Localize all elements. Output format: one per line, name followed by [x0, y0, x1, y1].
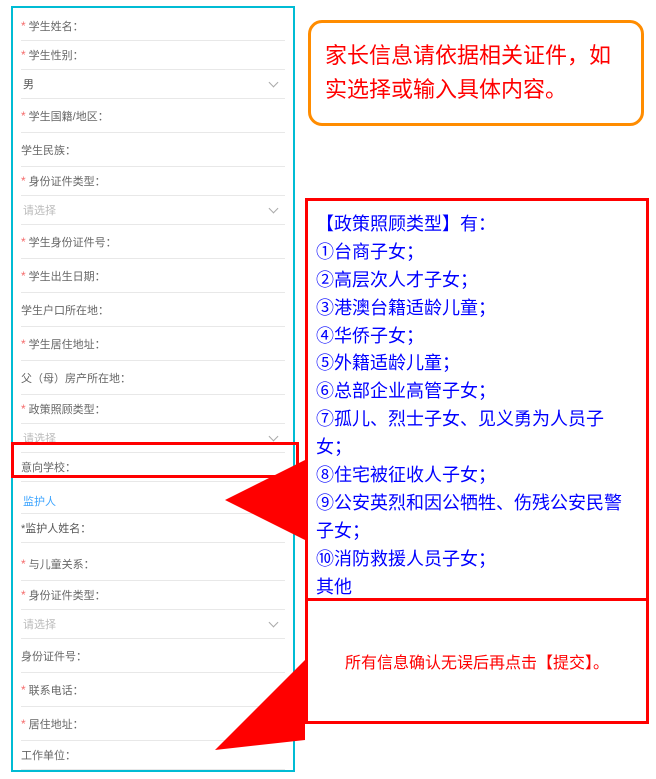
label-policy: 政策照顾类型： — [29, 401, 106, 417]
label-guardian-name: *监护人姓名： — [21, 520, 91, 536]
placeholder-policy: 请选择 — [21, 430, 56, 446]
field-hukou[interactable]: 学生户口所在地： — [21, 293, 285, 327]
field-nationality[interactable]: *学生国籍/地区： — [21, 99, 285, 133]
placeholder-id-type: 请选择 — [21, 202, 56, 218]
form-container: *学生姓名： *学生性别： 男 *学生国籍/地区： 学生民族： *身份证件类型：… — [13, 8, 293, 772]
label-g-address: 居住地址： — [29, 716, 84, 732]
label-student-name: 学生姓名： — [29, 18, 84, 34]
policy-heading: 【政策照顾类型】有： — [316, 211, 638, 239]
section-guardian-title: 监护人 — [21, 488, 285, 514]
policy-item: ⑤外籍适龄儿童； — [316, 350, 638, 378]
policy-item: ⑩消防救援人员子女； — [316, 546, 638, 574]
label-relation: 与儿童关系： — [29, 556, 95, 572]
policy-item: ⑧住宅被征收人子女； — [316, 462, 638, 490]
label-student-gender: 学生性别： — [29, 47, 84, 63]
field-ethnicity[interactable]: 学生民族： — [21, 133, 285, 167]
callout-policy-list: 【政策照顾类型】有： ①台商子女； ②高层次人才子女； ③港澳台籍适龄儿童； ④… — [305, 198, 649, 614]
policy-item: ⑥总部企业高管子女； — [316, 378, 638, 406]
label-id-number: 学生身份证件号： — [29, 234, 117, 250]
field-address[interactable]: *学生居住地址： — [21, 327, 285, 361]
policy-item: ②高层次人才子女； — [316, 267, 638, 295]
label-school: 意向学校： — [21, 459, 76, 475]
label-g-id-number: 身份证件号： — [21, 648, 87, 664]
policy-item: ①台商子女； — [316, 239, 638, 267]
field-school[interactable]: 意向学校： — [21, 453, 285, 482]
callout-submit-text: 所有信息确认无误后再点击【提交】。 — [345, 649, 609, 673]
field-guardian-name[interactable]: *监护人姓名： — [21, 514, 285, 543]
label-id-type: 身份证件类型： — [29, 173, 106, 189]
field-student-gender-label: *学生性别： — [21, 41, 285, 70]
field-phone[interactable]: *联系电话： — [21, 673, 285, 707]
field-g-id-type-select[interactable]: 请选择 — [21, 610, 285, 639]
label-phone: 联系电话： — [29, 682, 84, 698]
label-g-id-type: 身份证件类型： — [29, 587, 106, 603]
label-address: 学生居住地址： — [29, 336, 106, 352]
label-ethnicity: 学生民族： — [21, 142, 76, 158]
field-student-name[interactable]: *学生姓名： — [21, 12, 285, 41]
field-student-gender-value[interactable]: 男 — [21, 70, 285, 99]
field-id-type-select[interactable]: 请选择 — [21, 196, 285, 225]
callout-orange-text: 家长信息请依据相关证件，如实选择或输入具体内容。 — [325, 43, 611, 102]
field-g-id-number[interactable]: 身份证件号： — [21, 639, 285, 673]
chevron-down-icon — [269, 205, 279, 215]
label-nationality: 学生国籍/地区： — [29, 108, 109, 124]
policy-item: ③港澳台籍适龄儿童； — [316, 295, 638, 323]
field-birth[interactable]: *学生出生日期： — [21, 259, 285, 293]
callout-orange: 家长信息请依据相关证件，如实选择或输入具体内容。 — [308, 20, 644, 126]
chevron-down-icon — [269, 433, 279, 443]
label-birth: 学生出生日期： — [29, 268, 106, 284]
field-g-address[interactable]: *居住地址： — [21, 707, 285, 741]
policy-item: ④华侨子女； — [316, 323, 638, 351]
label-hukou: 学生户口所在地： — [21, 302, 109, 318]
field-g-id-type-label: *身份证件类型： — [21, 581, 285, 610]
chevron-down-icon — [269, 79, 279, 89]
label-property: 父（母）房产所在地： — [21, 370, 131, 386]
label-work: 工作单位： — [21, 747, 76, 763]
field-work[interactable]: 工作单位： — [21, 741, 285, 770]
callout-submit-note: 所有信息确认无误后再点击【提交】。 — [305, 598, 649, 724]
policy-item: ⑨公安英烈和因公牺牲、伤残公安民警子女； — [316, 490, 638, 546]
policy-item: ⑦孤儿、烈士子女、见义勇为人员子女； — [316, 406, 638, 462]
field-relation[interactable]: *与儿童关系： — [21, 547, 285, 581]
chevron-down-icon — [269, 619, 279, 629]
field-policy-select[interactable]: 请选择 — [21, 424, 285, 453]
value-student-gender: 男 — [21, 76, 34, 92]
placeholder-g-id-type: 请选择 — [21, 616, 56, 632]
field-id-type-label: *身份证件类型： — [21, 167, 285, 196]
field-policy-label: *政策照顾类型： — [21, 395, 285, 424]
field-property[interactable]: 父（母）房产所在地： — [21, 361, 285, 395]
mobile-form-panel: *学生姓名： *学生性别： 男 *学生国籍/地区： 学生民族： *身份证件类型：… — [11, 6, 295, 772]
field-id-number[interactable]: *学生身份证件号： — [21, 225, 285, 259]
